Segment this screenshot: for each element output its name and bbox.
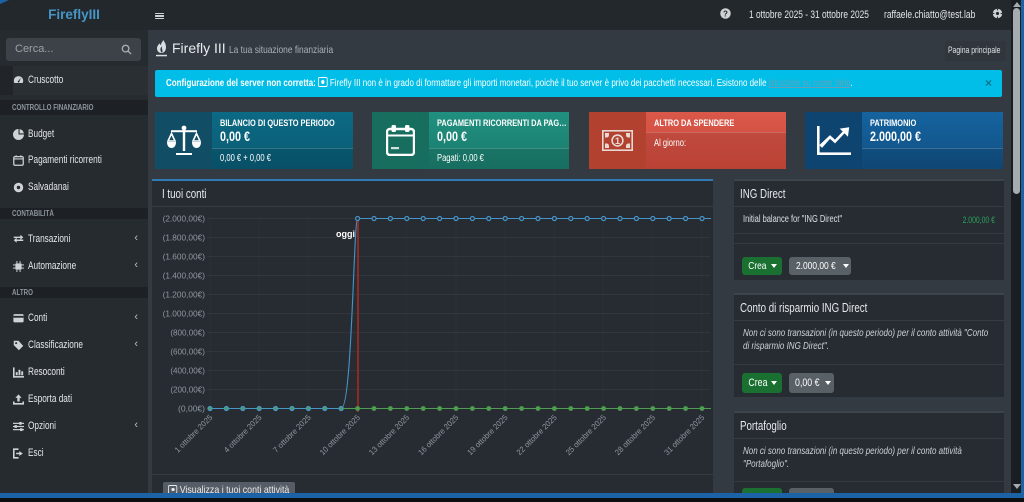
svg-text:22 ottobre 2025: 22 ottobre 2025 <box>515 413 559 457</box>
svg-text:(1.800,00€): (1.800,00€) <box>163 234 206 243</box>
svg-text:(1.400,00€): (1.400,00€) <box>163 272 206 281</box>
svg-text:?: ? <box>723 9 728 18</box>
svg-text:25 ottobre 2025: 25 ottobre 2025 <box>564 413 608 457</box>
svg-text:(1.200,00€): (1.200,00€) <box>163 291 206 300</box>
svg-text:oggi: oggi <box>336 229 355 239</box>
svg-text:4 ottobre 2025: 4 ottobre 2025 <box>222 413 264 455</box>
svg-text:(1.000,00€): (1.000,00€) <box>163 310 206 319</box>
svg-text:(800,00€): (800,00€) <box>170 329 205 338</box>
svg-text:(400,00€): (400,00€) <box>170 367 205 376</box>
svg-text:(600,00€): (600,00€) <box>170 348 205 357</box>
svg-text:1 ottobre 2025: 1 ottobre 2025 <box>173 413 215 455</box>
svg-text:7 ottobre 2025: 7 ottobre 2025 <box>271 413 313 455</box>
svg-text:19 ottobre 2025: 19 ottobre 2025 <box>466 413 510 457</box>
svg-text:(200,00€): (200,00€) <box>170 386 205 395</box>
svg-text:13 ottobre 2025: 13 ottobre 2025 <box>367 413 411 457</box>
svg-text:(2.000,00€): (2.000,00€) <box>163 215 206 224</box>
svg-text:(1.600,00€): (1.600,00€) <box>163 253 206 262</box>
svg-text:10 ottobre 2025: 10 ottobre 2025 <box>318 413 362 457</box>
svg-text:28 ottobre 2025: 28 ottobre 2025 <box>613 413 657 457</box>
svg-text:(0,00€): (0,00€) <box>178 405 205 414</box>
svg-text:1: 1 <box>614 136 620 147</box>
svg-text:31 ottobre 2025: 31 ottobre 2025 <box>662 413 706 457</box>
svg-text:16 ottobre 2025: 16 ottobre 2025 <box>416 413 460 457</box>
